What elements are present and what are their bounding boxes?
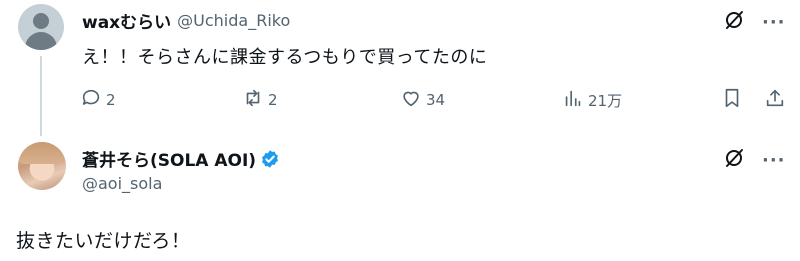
bar-chart-icon [562,87,584,113]
reply-button[interactable]: 2 [80,86,116,114]
grok-button[interactable] [722,10,746,34]
reply-count: 2 [106,91,116,109]
grok-slash-circle-icon [722,8,746,36]
thread-line [40,56,42,136]
share-upload-icon [764,87,786,113]
tweet-text: 抜きたいだけだろ！ [16,230,191,252]
more-button[interactable]: ··· [762,148,786,172]
avatar[interactable] [18,142,66,190]
default-avatar-body [25,32,57,50]
display-name[interactable]: 蒼井そら(SOLA AOI) [82,146,256,171]
display-name[interactable]: waxむらい [82,8,171,33]
more-dots-icon: ··· [762,11,786,33]
views-button[interactable]: 21万 [562,86,622,114]
reply-header: waxむらい @Uchida_Riko [82,8,290,33]
grok-button[interactable] [722,148,746,172]
user-handle[interactable]: @aoi_sola [82,174,162,193]
bookmark-button[interactable] [721,86,743,114]
main-header: 蒼井そら(SOLA AOI) [82,146,280,171]
speech-bubble-icon [80,87,102,113]
heart-icon [400,87,422,113]
view-count: 21万 [588,91,623,110]
default-avatar-head [33,13,49,29]
repost-arrows-icon [242,87,264,113]
avatar-hair [18,142,66,164]
avatar[interactable] [18,4,64,50]
main-tweet[interactable]: 蒼井そら(SOLA AOI) @aoi_sola ··· 抜きたいだけだろ！ [0,134,800,261]
like-count: 34 [426,91,446,109]
tweet-text: え！！そらさんに課金するつもりで買ってたのに [82,47,488,68]
like-button[interactable]: 34 [400,86,445,114]
bookmark-icon [721,87,743,113]
user-handle[interactable]: @Uchida_Riko [177,11,290,30]
repost-button[interactable]: 2 [242,86,278,114]
more-dots-icon: ··· [762,149,786,171]
share-button[interactable] [764,86,786,114]
grok-slash-circle-icon [722,146,746,174]
action-bar: 2 2 34 21万 [80,86,790,114]
reply-tweet[interactable]: waxむらい @Uchida_Riko ··· え！！そらさんに課金するつもりで… [0,0,800,136]
verified-badge-icon[interactable] [260,149,280,169]
more-button[interactable]: ··· [762,10,786,34]
repost-count: 2 [268,91,278,109]
